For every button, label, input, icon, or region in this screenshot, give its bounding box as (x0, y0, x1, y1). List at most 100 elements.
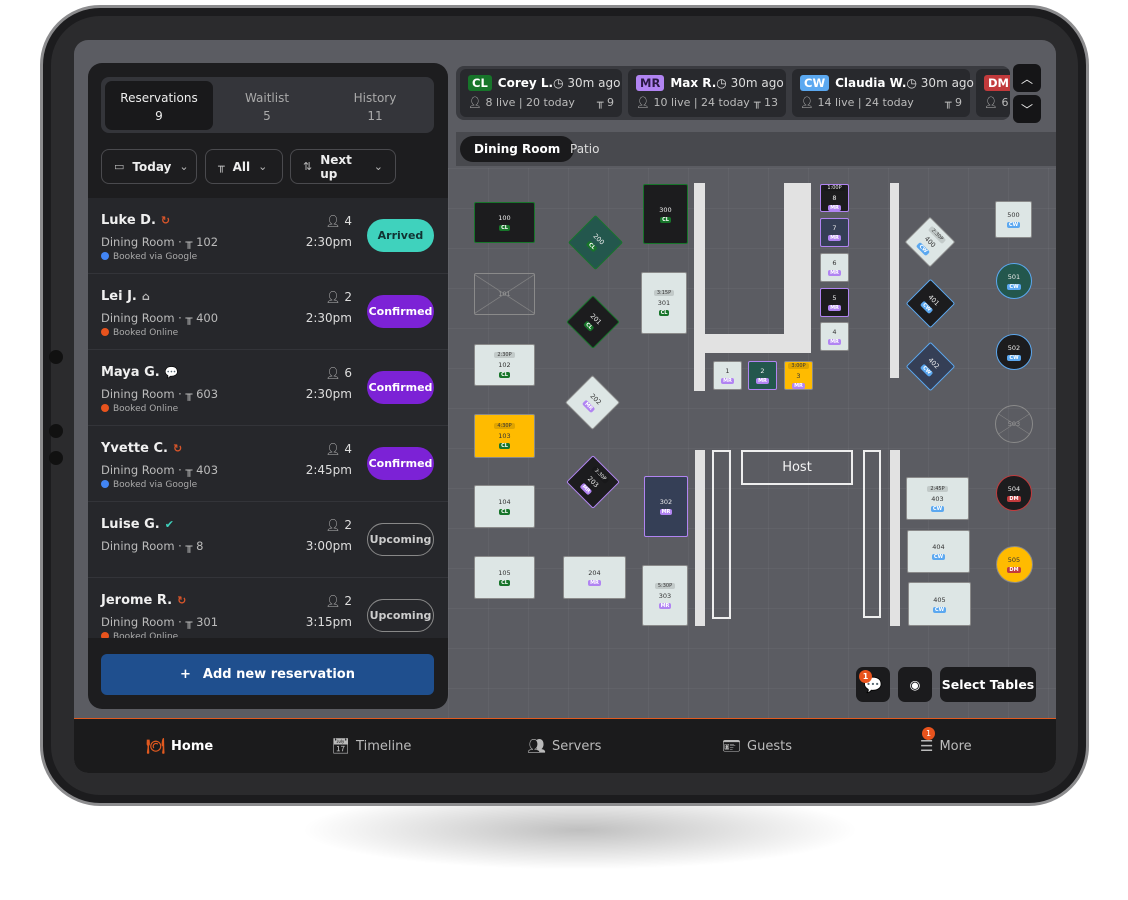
reservation-row[interactable]: Lei J. ⌂ Dining Room · ╥ 400 Booked Onlin… (88, 274, 448, 350)
floor-table[interactable]: 6 MR (820, 253, 849, 282)
floor-table[interactable]: 2 MR (748, 361, 777, 390)
floor-table[interactable]: 404 CW (907, 530, 970, 573)
reservation-row[interactable]: Jerome R. ↻ Dining Room · ╥ 301 Booked On… (88, 578, 448, 638)
floor-table[interactable]: 5 MR (820, 288, 849, 317)
reservation-row[interactable]: Yvette C. ↻ Dining Room · ╥ 403 Booked vi… (88, 426, 448, 502)
server-card[interactable]: MR Max R. ◷ 30m ago 👤︎ 10 live | 24 today ╥… (628, 69, 786, 117)
sort-filter[interactable]: ⇅ Next up ⌄ (290, 149, 396, 184)
floor-table[interactable]: 3:15P 301 CL (641, 272, 687, 334)
floor-table[interactable]: 300 CL (643, 184, 688, 244)
floor-table[interactable]: 402 CW (905, 341, 955, 391)
bar-wall (694, 334, 811, 353)
floor-table[interactable]: 501 CW (996, 263, 1032, 299)
reservation-row[interactable]: Maya G. 💬 Dining Room · ╥ 603 Booked Onli… (88, 350, 448, 426)
home-dining-icon: 🍽︎ (146, 737, 166, 755)
floor-table[interactable]: 405 CW (908, 582, 971, 626)
nav-more[interactable]: ☰ 1 More (920, 727, 972, 755)
floor-table[interactable]: 500 CW (995, 201, 1032, 238)
reservation-row[interactable]: Luise G. ✔ Dining Room · ╥ 8 👤︎ 2 3:00pm … (88, 502, 448, 578)
plus-icon: + (179, 667, 191, 682)
guest-name-text: Yvette C. (101, 441, 168, 456)
table-number: 2 (760, 367, 765, 375)
floor-table[interactable]: 3:30P 203 MR (566, 455, 620, 509)
timeline-icon: 📅︎ (331, 737, 351, 755)
floor-table[interactable]: 101 (474, 273, 535, 315)
last-seat-time: 30m ago (730, 76, 784, 90)
google-icon (101, 252, 109, 260)
floor-table[interactable]: 104 CL (474, 485, 535, 528)
side-button (49, 424, 63, 438)
table-server-badge: MR (659, 509, 673, 515)
table-icon: ╥ (185, 311, 193, 325)
reservation-time: 2:45pm (305, 463, 352, 477)
floor-table[interactable]: 505 DM (995, 545, 1033, 583)
floor-table[interactable]: 202 MR (564, 374, 620, 430)
table-icon: ╥ (185, 539, 193, 553)
status-badge[interactable]: Upcoming (367, 599, 434, 632)
floor-table[interactable]: 5:30P 303 MR (642, 565, 688, 626)
nav-timeline[interactable]: 📅︎ Timeline (331, 737, 411, 755)
tab-count: 11 (367, 109, 383, 123)
party-count: 2 (344, 518, 352, 532)
table-number: 100 (498, 214, 511, 222)
floor-table[interactable]: 4:30P 103 CL (474, 414, 535, 458)
scroll-down-button[interactable]: ﹀ (1013, 95, 1041, 123)
date-filter[interactable]: ▭ Today ⌄ (101, 149, 197, 184)
floor-table[interactable]: 201 CL (566, 295, 620, 349)
tab-reservations[interactable]: Reservations 9 (105, 81, 213, 130)
nav-label: Home (171, 738, 214, 754)
floor-table[interactable]: 1 MR (713, 361, 742, 390)
floor-table[interactable]: 7 MR (820, 218, 849, 247)
add-reservation-button[interactable]: + Add new reservation (101, 654, 434, 695)
floor-table[interactable]: 302 MR (644, 476, 688, 537)
server-card[interactable]: CW Claudia W. ◷ 30m ago 👤︎ 14 live | 24 to… (792, 69, 974, 117)
wall (890, 183, 899, 378)
floor-table[interactable]: 4 MR (820, 322, 849, 351)
select-tables-button[interactable]: Select Tables (940, 667, 1036, 702)
status-badge[interactable]: Arrived (367, 219, 434, 252)
nav-home[interactable]: 🍽︎ Home (146, 737, 213, 755)
floor-table[interactable]: 105 CL (474, 556, 535, 599)
floor-table[interactable]: 200 CL (567, 214, 623, 270)
reservation-row[interactable]: Luke D. ↻ Dining Room · ╥ 102 Booked via … (88, 198, 448, 274)
person-icon: 👤︎ (325, 214, 341, 228)
floor-table[interactable]: 2:30P 400 CW (904, 216, 956, 268)
floor-table[interactable]: 504 DM (996, 475, 1032, 511)
nav-servers[interactable]: 👥︎ Servers (527, 737, 601, 755)
status-badge[interactable]: Confirmed (367, 295, 434, 328)
table-number: 403 (931, 494, 944, 503)
server-card[interactable]: CL Corey L. ◷ 30m ago 👤︎ 8 live | 20 today… (460, 69, 622, 117)
wall (890, 450, 900, 626)
notification-badge: 1 (922, 727, 935, 740)
floor-table[interactable]: 204 MR (563, 556, 626, 599)
floor-table[interactable]: 502 CW (996, 334, 1032, 370)
floor-table[interactable]: 100 CL (474, 202, 535, 243)
table-number: 603 (196, 387, 219, 401)
table-time: 1:00P (824, 185, 845, 191)
status-badge[interactable]: Upcoming (367, 523, 434, 556)
floor-table[interactable]: 1:00P 8 MR (820, 184, 849, 212)
visibility-button[interactable]: ◉ (898, 667, 932, 702)
floor-table[interactable]: 401 CW (905, 278, 955, 328)
tab-patio[interactable]: Patio (556, 136, 613, 162)
reservation-location: Dining Room · ╥ 403 (101, 463, 218, 477)
sort-icon: ⇅ (303, 160, 313, 173)
floor-table[interactable]: 2:45P 403 CW (906, 477, 969, 520)
chat-button[interactable]: 💬 1 (856, 667, 890, 702)
server-name: Corey L. (497, 76, 554, 90)
floor-table[interactable]: 503 (995, 405, 1033, 443)
guest-name: Maya G. 💬 (101, 365, 178, 380)
status-badge[interactable]: Confirmed (367, 371, 434, 404)
nav-guests[interactable]: 🪪︎ Guests (722, 737, 792, 755)
scroll-up-button[interactable]: ︿ (1013, 64, 1041, 92)
floor-table[interactable]: 3:00P 3 MR (784, 361, 813, 390)
tab-history[interactable]: History 11 (321, 81, 429, 130)
server-card[interactable]: DM 👤︎ 6 (976, 69, 1010, 117)
status-badge[interactable]: Confirmed (367, 447, 434, 480)
booking-source: Booked Online (101, 328, 178, 338)
tab-waitlist[interactable]: Waitlist 5 (213, 81, 321, 130)
floor-table[interactable]: 2:30P 102 CL (474, 344, 535, 386)
table-server-badge: CW (1006, 222, 1021, 228)
table-server-badge: CW (931, 554, 946, 560)
table-filter[interactable]: ╥ All ⌄ (205, 149, 283, 184)
